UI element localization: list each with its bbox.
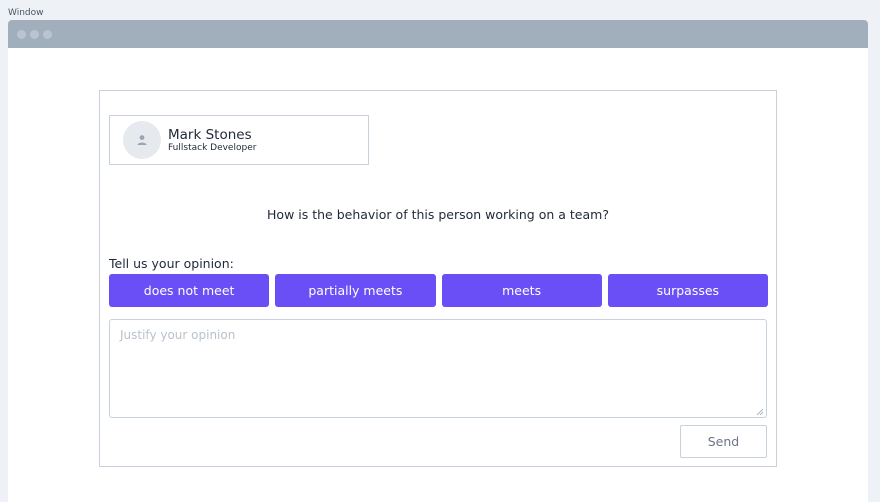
- evaluation-card: Mark Stones Fullstack Developer How is t…: [99, 90, 777, 467]
- choice-partially-meets-button[interactable]: partially meets: [275, 274, 436, 307]
- window-minimize-dot[interactable]: [30, 29, 39, 39]
- profile-role: Fullstack Developer: [168, 142, 257, 153]
- profile-card: Mark Stones Fullstack Developer: [109, 115, 369, 165]
- choice-surpasses-button[interactable]: surpasses: [607, 274, 768, 307]
- opinion-label: Tell us your opinion:: [109, 256, 234, 271]
- user-icon: [137, 135, 147, 145]
- window-close-dot[interactable]: [17, 29, 26, 39]
- send-button[interactable]: Send: [680, 425, 767, 458]
- resize-grip-icon[interactable]: [755, 407, 764, 416]
- choice-does-not-meet-button[interactable]: does not meet: [109, 274, 270, 307]
- opinion-choices: does not meet partially meets meets surp…: [109, 274, 768, 307]
- window-maximize-dot[interactable]: [43, 29, 52, 39]
- app-window: Mark Stones Fullstack Developer How is t…: [8, 20, 868, 502]
- choice-meets-button[interactable]: meets: [441, 274, 602, 307]
- question-text: How is the behavior of this person worki…: [267, 207, 609, 222]
- window-caption: Window: [8, 8, 44, 18]
- avatar: [123, 121, 161, 159]
- justify-textarea[interactable]: [109, 319, 767, 418]
- profile-name: Mark Stones: [168, 126, 252, 143]
- window-titlebar: [8, 20, 868, 48]
